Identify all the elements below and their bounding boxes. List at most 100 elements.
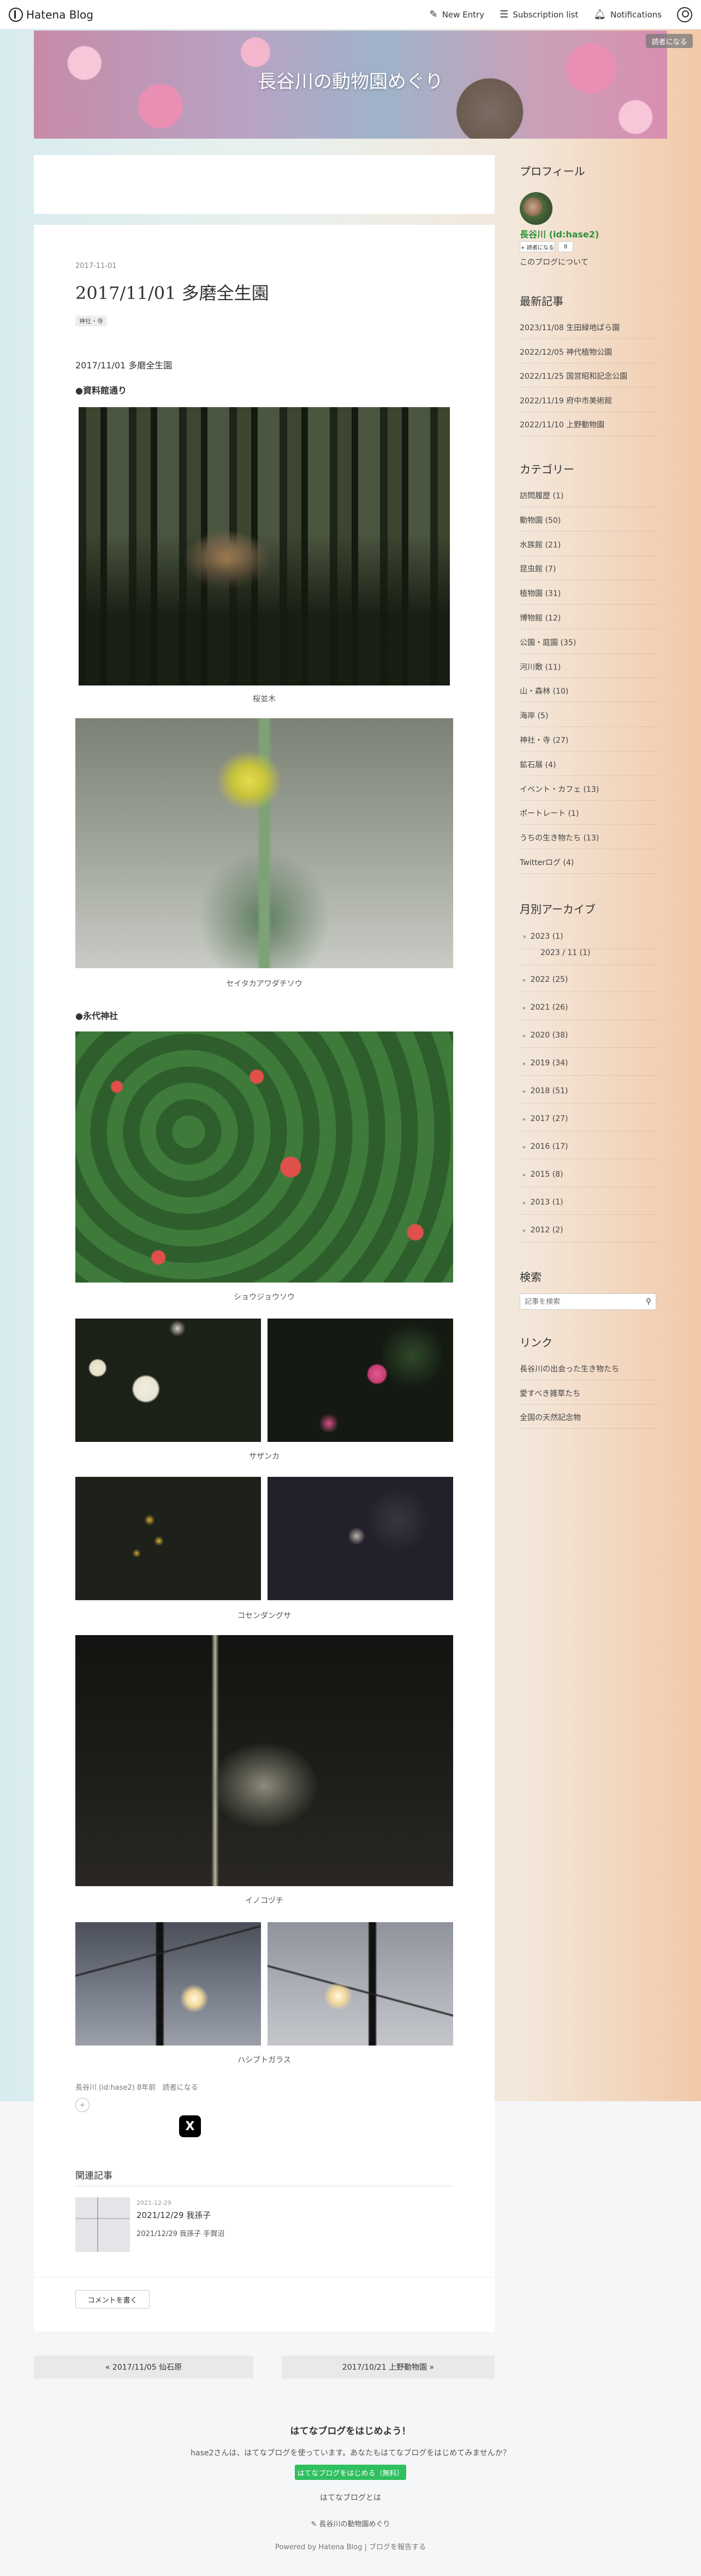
write-comment-button[interactable]: コメントを書く	[75, 2290, 150, 2309]
archive-year-link[interactable]: ▸ 2020 (38)	[523, 1031, 568, 1040]
related-thumbnail[interactable]	[75, 2197, 130, 2252]
photo-achyranthes[interactable]	[75, 1635, 453, 1886]
chevron-right-icon[interactable]: ▸	[523, 1227, 526, 1234]
list-divider	[520, 1186, 656, 1187]
category-link[interactable]: 公園・庭園 (35)	[520, 637, 576, 648]
author-link[interactable]: 長谷川 (id:hase2) 8年前	[75, 2084, 156, 2092]
category-link[interactable]: 水族館 (21)	[520, 539, 561, 550]
photo-bidens-1[interactable]	[75, 1477, 261, 1600]
photo-crow-2[interactable]	[268, 1922, 453, 2046]
archive-label: 2016 (17)	[530, 1142, 568, 1151]
category-link[interactable]: 訪問履歴 (1)	[520, 490, 563, 501]
archive-label: 2023 / 11 (1)	[540, 949, 591, 957]
archive-label: 2015 (8)	[530, 1170, 563, 1179]
external-link[interactable]: 長谷川の出会った生き物たち	[520, 1363, 619, 1374]
about-blog-link[interactable]: このブログについて	[520, 257, 589, 267]
powered-by[interactable]: Powered by Hatena Blog | ブログを報告する	[0, 2541, 701, 2551]
photo-crow-1[interactable]	[75, 1922, 261, 2046]
external-link[interactable]: 全国の天然記念物	[520, 1412, 581, 1423]
chevron-right-icon[interactable]: ▸	[523, 1171, 526, 1178]
share-x-icon[interactable]: X	[179, 2115, 201, 2137]
category-link[interactable]: イベント・カフェ (13)	[520, 784, 599, 795]
category-heading: カテゴリー	[520, 463, 574, 476]
archive-year-link[interactable]: ▸ 2017 (27)	[523, 1114, 568, 1123]
chevron-right-icon[interactable]: ▸	[523, 1116, 526, 1123]
archive-year-link[interactable]: ▸ 2016 (17)	[523, 1142, 568, 1151]
blog-owner-link[interactable]: ✎ 長谷川の動物園めぐり	[0, 2518, 701, 2529]
archive-year-link[interactable]: ▾ 2023 (1)	[523, 932, 563, 941]
archive-year-link[interactable]: ▸ 2019 (34)	[523, 1059, 568, 1068]
profile-name[interactable]: 長谷川 (id:hase2)	[520, 227, 599, 240]
photo-painted-leaf[interactable]	[75, 1031, 453, 1283]
category-link[interactable]: 河川敷 (11)	[520, 661, 561, 672]
archive-year-link[interactable]: ▸ 2022 (25)	[523, 975, 568, 984]
subscription-list-button[interactable]: ☰ Subscription list	[500, 9, 578, 20]
category-link[interactable]: 神社・寺 (27)	[520, 735, 568, 746]
list-divider	[520, 653, 656, 654]
blog-owner-icon: ✎	[311, 2520, 319, 2529]
category-tag[interactable]: 神社・寺	[75, 315, 107, 326]
archive-year-link[interactable]: ▸ 2015 (8)	[523, 1170, 563, 1179]
recent-article-link[interactable]: 2022/11/10 上野動物園	[520, 419, 604, 430]
recent-article-link[interactable]: 2022/11/25 国営昭和記念公園	[520, 371, 627, 381]
subscribe-reader-button[interactable]: 読者になる	[646, 34, 693, 48]
archive-year-link[interactable]: ▸ 2012 (2)	[523, 1226, 563, 1235]
category-link[interactable]: 鉱石展 (4)	[520, 759, 556, 770]
category-link[interactable]: 昆虫館 (7)	[520, 563, 556, 574]
external-link[interactable]: 愛すべき雑草たち	[520, 1388, 580, 1399]
article: 2017-11-01 2017/11/01 多磨全生園 神社・寺 2017/11…	[34, 225, 495, 2331]
start-blog-button[interactable]: はてなブログをはじめる（無料）	[295, 2465, 406, 2480]
search-box: ⚲	[520, 1293, 656, 1310]
article-date[interactable]: 2017-11-01	[75, 262, 117, 270]
category-link[interactable]: うちの生き物たち (13)	[520, 832, 599, 843]
recent-article-link[interactable]: 2023/11/08 生田緑地ばら園	[520, 322, 620, 333]
chevron-down-icon[interactable]: ▾	[523, 933, 526, 940]
photo-goldenrod[interactable]	[75, 718, 453, 968]
photo-sasanqua-pink[interactable]	[268, 1319, 453, 1442]
category-link[interactable]: 海岸 (5)	[520, 710, 548, 721]
category-link[interactable]: 動物園 (50)	[520, 515, 561, 526]
search-input[interactable]	[525, 1297, 634, 1306]
profile-reader-button[interactable]: + 読者になる	[520, 241, 555, 252]
chevron-right-icon[interactable]: ▸	[523, 1088, 526, 1095]
photo-cherry-trees[interactable]	[79, 407, 450, 685]
chevron-right-icon[interactable]: ▸	[523, 1032, 526, 1039]
archive-month-link[interactable]: 2023 / 11 (1)	[540, 949, 590, 957]
related-title-link[interactable]: 2021/12/29 我孫子	[136, 2209, 211, 2221]
search-icon[interactable]: ⚲	[646, 1297, 651, 1306]
chevron-right-icon[interactable]: ▸	[523, 1004, 526, 1011]
category-link[interactable]: ポートレート (1)	[520, 808, 579, 819]
archive-year-link[interactable]: ▸ 2018 (51)	[523, 1087, 568, 1095]
profile-avatar[interactable]	[520, 192, 553, 225]
add-star-icon[interactable]: +	[75, 2098, 90, 2112]
chevron-right-icon[interactable]: ▸	[523, 1143, 526, 1150]
photo-bidens-2[interactable]	[268, 1477, 453, 1600]
category-link[interactable]: 博物館 (12)	[520, 612, 561, 623]
user-menu-icon[interactable]	[677, 7, 692, 22]
article-title[interactable]: 2017/11/01 多磨全生園	[75, 279, 269, 305]
chevron-right-icon[interactable]: ▸	[523, 1199, 526, 1206]
recent-article-link[interactable]: 2022/11/19 府中市美術館	[520, 395, 612, 406]
blog-header-banner: 長谷川の動物園めぐり	[34, 31, 667, 139]
list-divider	[520, 1075, 656, 1076]
about-hatena-link[interactable]: はてなブログとは	[0, 2492, 701, 2503]
photo-sasanqua-white[interactable]	[75, 1319, 261, 1442]
recent-article-link[interactable]: 2022/12/05 神代植物公園	[520, 347, 612, 357]
notifications-button[interactable]: 🔔︎ Notifications	[593, 9, 662, 20]
next-entry-link[interactable]: 2017/10/21 上野動物園 »	[282, 2356, 495, 2378]
chevron-right-icon[interactable]: ▸	[523, 1060, 526, 1067]
archive-year-link[interactable]: ▸ 2013 (1)	[523, 1198, 563, 1207]
meta-reader-link[interactable]: 読者になる	[163, 2084, 198, 2092]
chevron-right-icon[interactable]: ▸	[523, 976, 526, 983]
archive-label: 2023 (1)	[530, 932, 563, 941]
archive-year-link[interactable]: ▸ 2021 (26)	[523, 1003, 568, 1012]
list-divider	[520, 726, 656, 728]
archive-label: 2021 (26)	[530, 1003, 568, 1012]
hatena-blog-logo[interactable]: Hatena Blog	[9, 7, 93, 22]
category-link[interactable]: 山・森林 (10)	[520, 685, 568, 696]
prev-entry-link[interactable]: « 2017/11/05 仙石原	[34, 2356, 253, 2378]
category-link[interactable]: Twitterログ (4)	[520, 857, 574, 868]
new-entry-button[interactable]: ✎ New Entry	[430, 9, 485, 20]
category-link[interactable]: 植物園 (31)	[520, 588, 561, 599]
blog-title[interactable]: 長谷川の動物園めぐり	[34, 67, 667, 93]
